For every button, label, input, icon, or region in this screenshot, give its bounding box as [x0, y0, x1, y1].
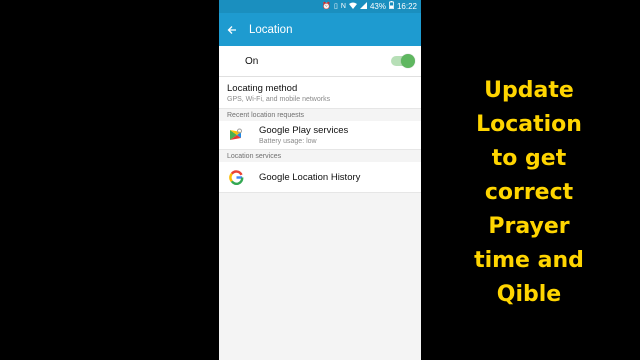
nfc-icon: N [340, 2, 346, 10]
switch-knob [401, 54, 415, 68]
arrow-left-icon[interactable] [225, 23, 239, 37]
location-switch[interactable] [391, 54, 415, 68]
list-item-google-location-history[interactable]: Google Location History [219, 162, 421, 193]
alarm-icon: ⏰ [322, 2, 332, 10]
caption-line: Qible [496, 282, 562, 307]
overlay-caption: Update Location to get correct Prayer ti… [446, 74, 612, 312]
location-toggle-row[interactable]: On [219, 46, 421, 77]
battery-icon [389, 1, 394, 12]
list-item-title: Google Play services [259, 125, 349, 136]
caption-line: time and [474, 248, 584, 273]
locating-method-subtitle: GPS, Wi-Fi, and mobile networks [227, 96, 331, 103]
phone-screen: ⏰ ▯ N 43% 16:22 Location On Locating met… [219, 0, 421, 360]
page-title: Location [249, 23, 293, 36]
battery-percent: 43% [369, 2, 386, 11]
location-services-header: Location services [219, 150, 421, 162]
locating-method-title: Locating method [227, 83, 298, 94]
recent-requests-header: Recent location requests [219, 109, 421, 121]
list-item-title: Google Location History [259, 171, 361, 183]
google-play-services-icon [227, 126, 245, 144]
signal-icon [359, 1, 367, 12]
status-bar: ⏰ ▯ N 43% 16:22 [219, 0, 421, 13]
caption-line: correct [484, 180, 574, 205]
app-bar: Location [219, 13, 421, 46]
caption-line: Location [476, 112, 582, 137]
clock: 16:22 [396, 2, 417, 11]
caption-line: Prayer [488, 214, 570, 239]
vibrate-icon: ▯ [334, 2, 338, 10]
list-item-google-play-services[interactable]: Google Play services Battery usage: low [219, 121, 421, 150]
caption-line: to get [491, 146, 567, 171]
locating-method-item[interactable]: Locating method GPS, Wi-Fi, and mobile n… [219, 77, 421, 109]
wifi-icon [348, 2, 357, 12]
caption-line: Update [484, 78, 574, 103]
google-g-icon [227, 168, 245, 186]
toggle-label: On [245, 55, 259, 67]
list-item-subtitle: Battery usage: low [259, 138, 317, 145]
